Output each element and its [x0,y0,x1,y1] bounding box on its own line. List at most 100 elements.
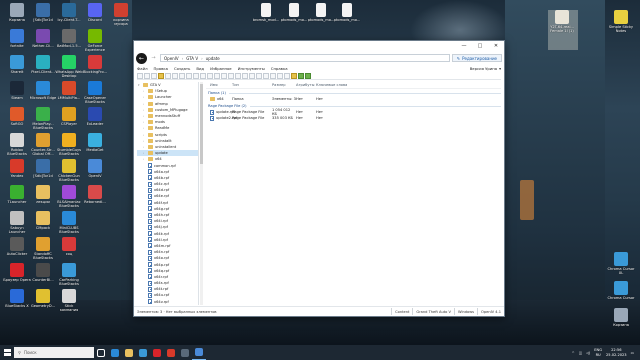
breadcrumb-update[interactable]: update [206,56,220,61]
desktop-icon[interactable]: Nether-Cli... [29,29,57,48]
desktop-icon[interactable]: Pixel-Client... [29,55,57,74]
start-button[interactable] [0,345,14,360]
tree-scrollbar[interactable] [200,82,203,305]
desktop-icon[interactable]: [Sdb]Tor1d [29,3,57,22]
menu-favorites[interactable]: Избранное [210,66,232,71]
taskbar-app-explorer[interactable] [122,345,136,360]
desktop-icon[interactable]: Корзина [3,3,31,22]
desktop-icon[interactable]: CSPlayer [55,107,83,126]
desktop-icon[interactable]: Shareit [3,55,31,74]
desktop-icon[interactable]: Yandex [3,159,31,178]
toolbar-button[interactable] [235,72,241,79]
desktop-icon[interactable]: BlockingFro... [81,55,109,74]
desktop-icon[interactable]: Y2T-64-real... Female 1l (1) [548,10,576,33]
desktop-icon[interactable]: Counter-Str... Global Off... [29,133,57,156]
desktop-icon[interactable]: Icy-Client-T... [55,3,83,22]
toolbar-folder-button[interactable] [158,72,164,79]
desktop-icon[interactable]: корзина мусора [107,3,135,26]
desktop-file-icon[interactable]: ptomods_mo... [333,3,361,22]
desktop-icon[interactable]: StumbleGuys BlueStacks [55,133,83,156]
desktop-icon[interactable]: Microsoft Edge [29,81,57,100]
desktop-icon[interactable]: BLSAlmaniac BlueStacks [55,185,83,208]
close-button[interactable]: ✕ [488,41,504,51]
edit-mode-button[interactable]: ✎ Редактирование [451,54,502,62]
menu-create[interactable]: Создать [174,66,190,71]
column-attributes[interactable]: Атрибуты [296,83,316,87]
toolbar-button[interactable] [200,72,206,79]
taskbar-app-yandex[interactable] [164,345,178,360]
menu-edit[interactable]: Правка [154,66,168,71]
maximize-button[interactable]: □ [472,41,488,51]
taskbar-app-store[interactable] [136,345,150,360]
toolbar-button[interactable] [179,72,185,79]
forward-arrow-icon[interactable]: → [149,54,158,63]
column-type[interactable]: Тип [232,83,272,87]
toolbar-button[interactable] [172,72,178,79]
breadcrumb-gtav[interactable]: GTA V [186,56,198,61]
breadcrumb-openiv[interactable]: OpenIV [164,56,179,61]
desktop-icon[interactable]: лекции [29,185,57,204]
toolbar-button[interactable] [221,72,227,79]
toolbar-button[interactable] [165,72,171,79]
desktop-icon[interactable]: CMpack [29,211,57,230]
desktop-icon[interactable]: Sabuyn Launcher [3,211,31,234]
toolbar-add-button[interactable] [298,72,304,79]
minimize-button[interactable]: — [456,41,472,51]
menu-file[interactable]: Файл [137,66,148,71]
toolbar-button[interactable] [214,72,220,79]
taskbar-app-edge[interactable] [108,345,122,360]
desktop-icon[interactable]: MediaGet [81,133,109,152]
column-name[interactable]: Имя [206,83,232,87]
desktop-icon[interactable]: Stick компания [55,289,83,312]
desktop-icon[interactable]: MiniCLUBS BlueStacks [55,211,83,234]
toolbar-button[interactable] [137,72,143,79]
toolbar-button[interactable] [270,72,276,79]
taskbar-app-opera[interactable] [150,345,164,360]
desktop-icon[interactable]: соц [55,237,83,256]
toolbar-button[interactable] [144,72,150,79]
desktop-icon[interactable]: MelonPlay... BlueStacks [29,107,57,130]
desktop-icon[interactable]: WhatsApp Web Desktop [55,55,83,78]
network-icon[interactable]: ◫ [579,351,582,355]
taskbar-app-task-view[interactable] [94,345,108,360]
volume-icon[interactable]: ◁) [586,351,590,355]
scrollbar-thumb[interactable] [200,84,203,164]
desktop-icon[interactable]: TLauncher [3,185,31,204]
toolbar-button[interactable] [207,72,213,79]
column-size[interactable]: Размер [272,83,296,87]
toolbar-button[interactable] [242,72,248,79]
desktop-icon[interactable]: Chroma Cursor [607,281,635,300]
toolbar-button[interactable] [263,72,269,79]
menu-view[interactable]: Вид [196,66,204,71]
taskbar-app-openiv[interactable] [192,345,206,360]
desktop-icon[interactable]: BlueStacks X [3,289,31,308]
version-menu[interactable]: Версия Урина ▾ [470,66,501,71]
back-arrow-icon[interactable]: ← [136,52,147,64]
desktop-icon[interactable]: GeometryD... [29,289,57,308]
desktop-icon[interactable]: BatMod-1.5... [55,29,83,48]
tray-chevron-icon[interactable]: ^ [572,351,575,355]
desktop-icon[interactable]: LMMultiPla... [55,81,83,100]
desktop-icon[interactable]: CarParking BlueStacks [55,263,83,286]
menu-help[interactable]: Справка [271,66,288,71]
toolbar-button[interactable] [186,72,192,79]
toolbar-button[interactable] [228,72,234,79]
table-row[interactable]: update2.rpf Rage Package File 335 003 КБ Не… [206,115,501,121]
toolbar-folder-button[interactable] [291,72,297,79]
desktop-file-icon[interactable]: bromsk_mod... [252,3,280,22]
desktop-icon[interactable]: Simple Sticky Notes [607,10,635,33]
desktop-icon[interactable]: CounterBl... [29,263,57,282]
desktop-file-icon[interactable]: ptomods_mo... [307,3,335,22]
desktop-icon[interactable]: StandoffC BlueStacks [29,237,57,260]
desktop-icon[interactable]: CaseOpener BlueStacks [81,81,109,104]
taskbar-search[interactable]: ⚲ Поиск [14,347,94,358]
desktop-icon[interactable]: AutoClicker [3,237,31,256]
toolbar-add-button[interactable] [305,72,311,79]
taskbar-app-steam[interactable] [178,345,192,360]
desktop-icon[interactable]: Discord [81,3,109,22]
notification-icon[interactable]: ▭ [631,351,634,355]
desktop-icon[interactable]: Chroma Cursor XL [607,252,635,275]
desktop-icon[interactable]: OpenIV [81,159,109,178]
language-indicator[interactable]: ENG RU [594,348,602,356]
desktop-icon[interactable]: Корзина [607,308,635,327]
